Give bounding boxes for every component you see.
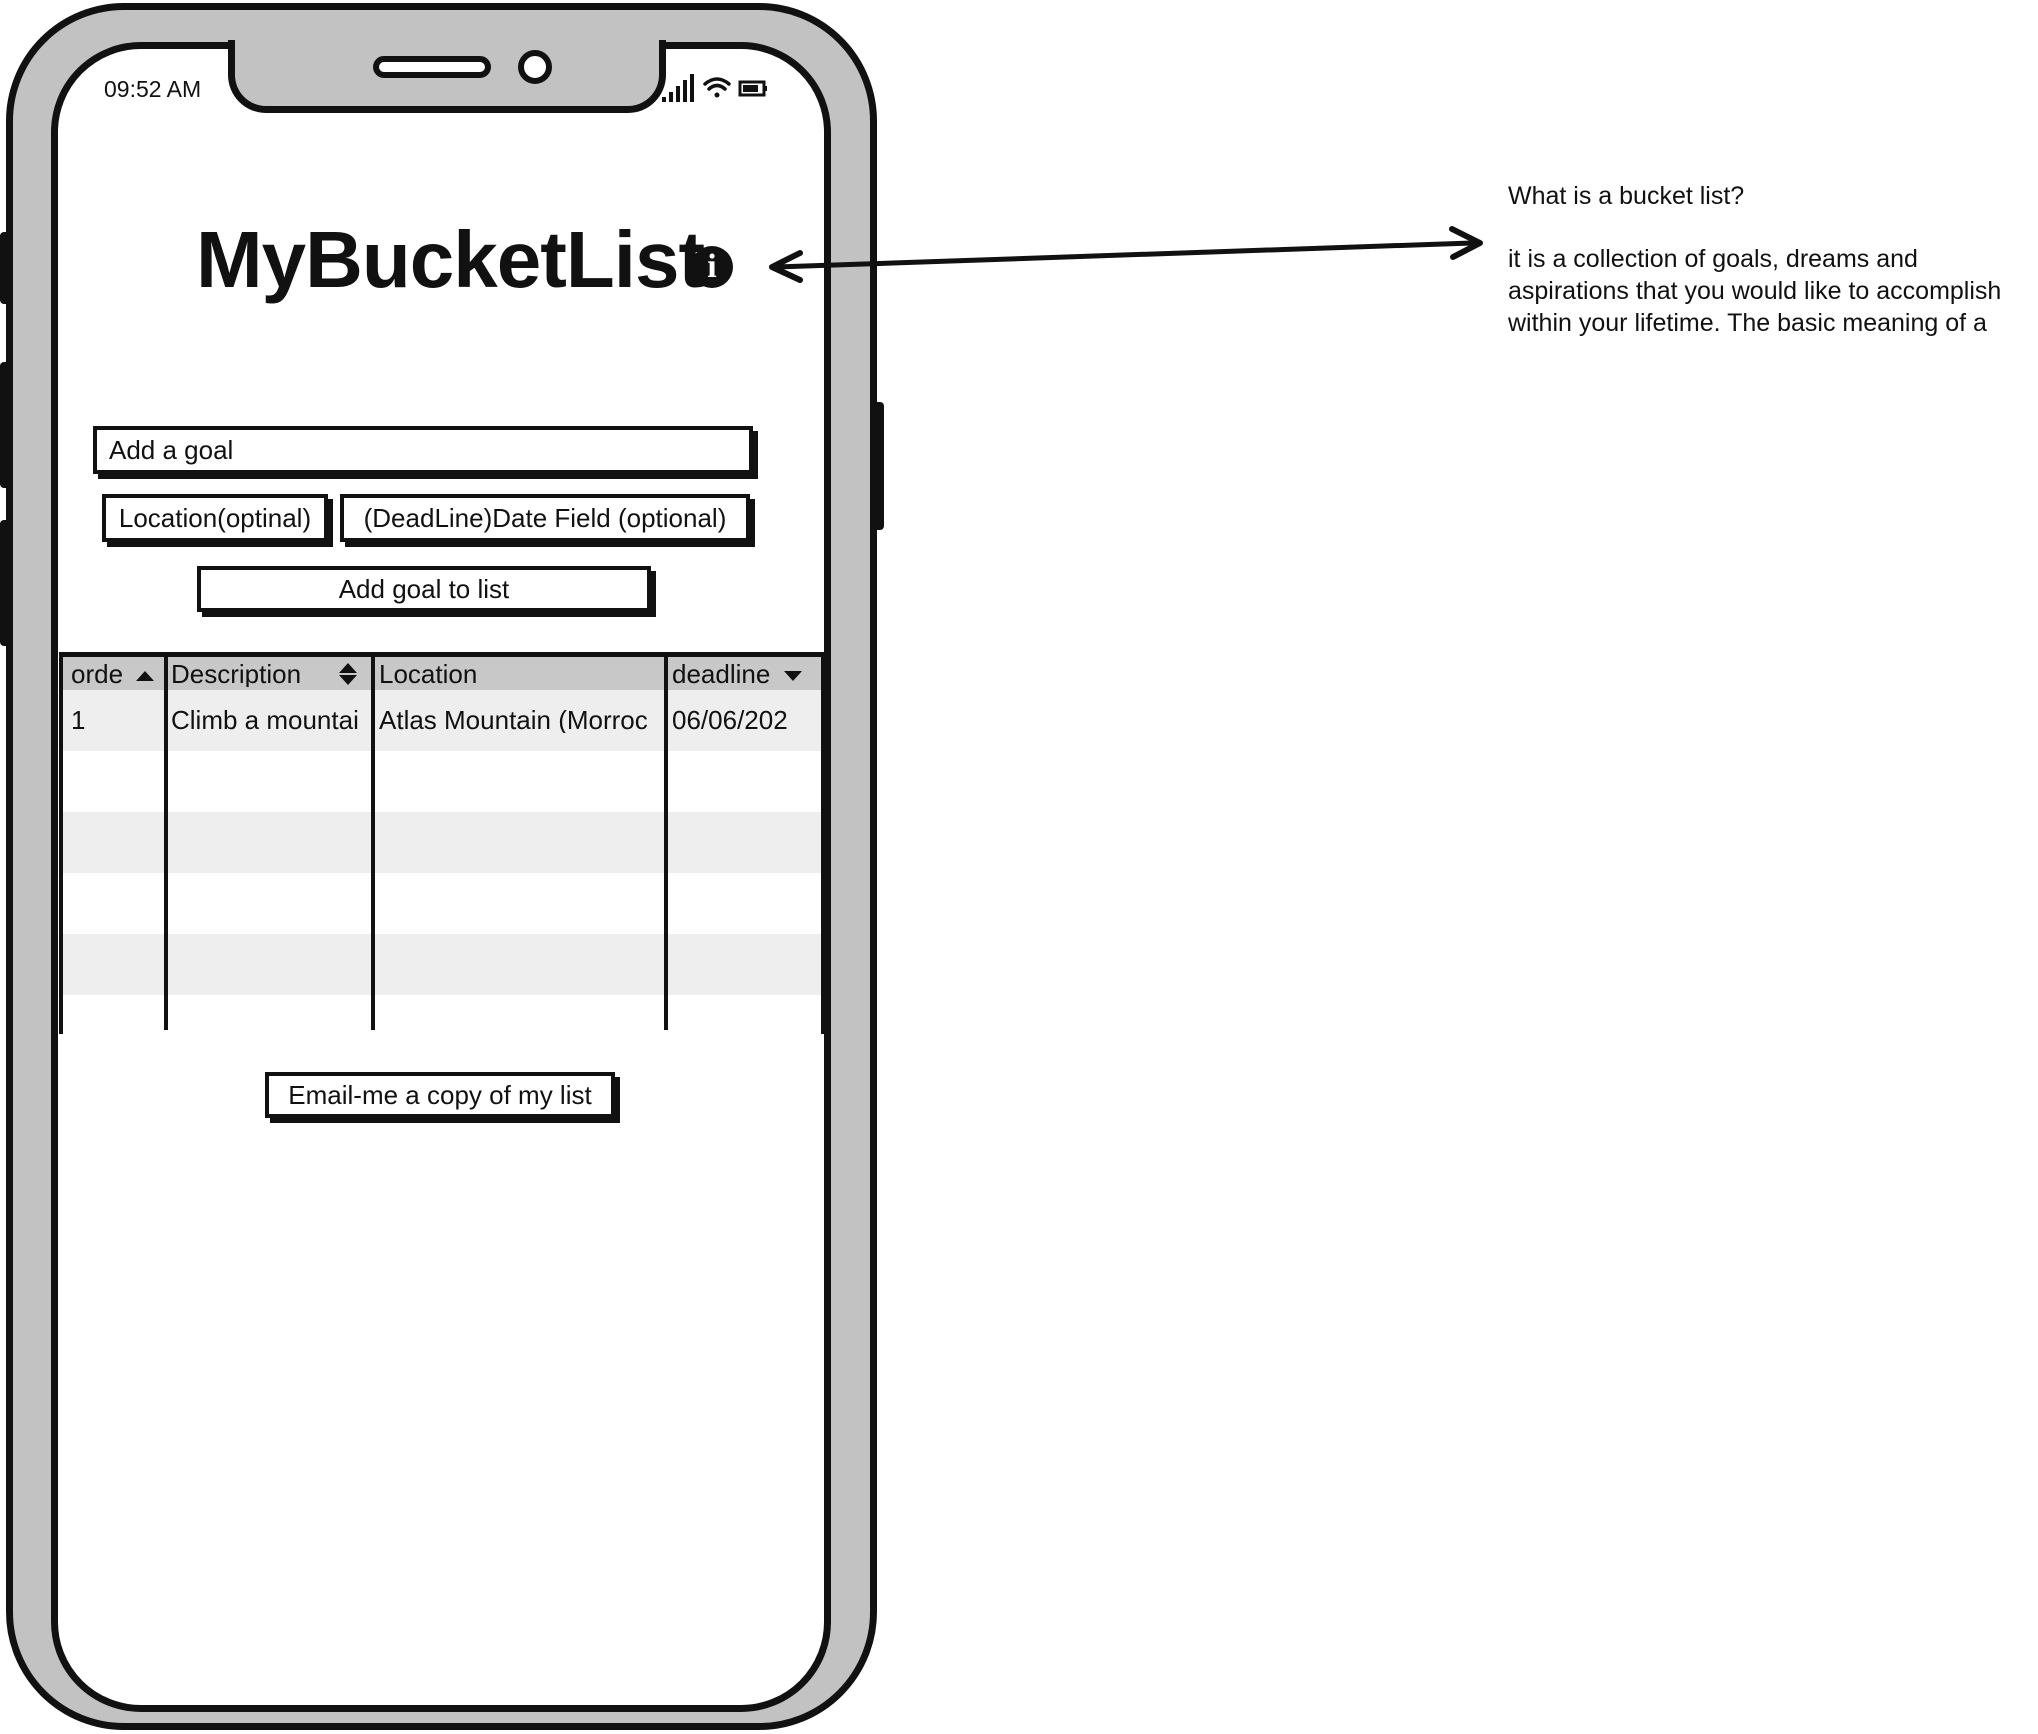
annotation-line-1: it is a collection of goals, dreams and bbox=[1508, 245, 1918, 273]
annotation-line-3: within your lifetime. The basic meaning … bbox=[1508, 309, 1987, 337]
annotation-line-2: aspirations that you would like to accom… bbox=[1508, 277, 2002, 305]
annotation-heading: What is a bucket list? bbox=[1508, 182, 1745, 210]
